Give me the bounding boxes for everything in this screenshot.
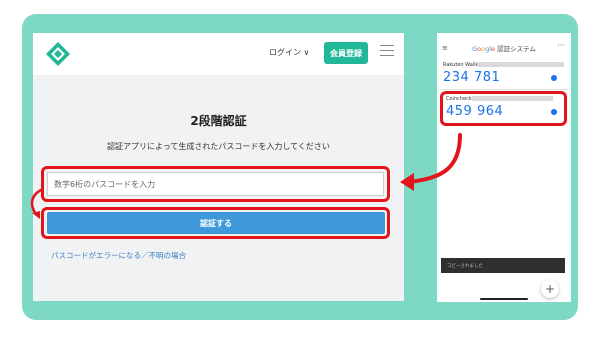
arrow-icon [30, 133, 462, 219]
